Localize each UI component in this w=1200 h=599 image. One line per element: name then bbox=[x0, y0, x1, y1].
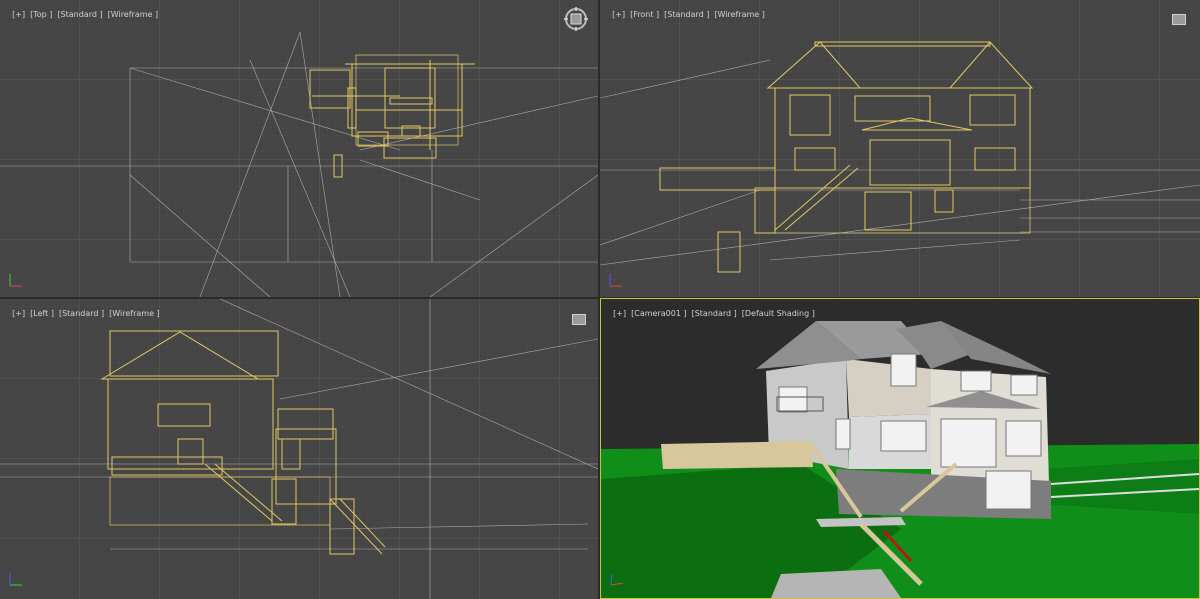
top-wireframe-scene bbox=[0, 0, 598, 297]
viewport-shading-label[interactable]: [Wireframe ] bbox=[109, 309, 160, 318]
viewport-view-label[interactable]: [Top ] bbox=[30, 10, 52, 19]
axis-tripod-icon bbox=[610, 573, 624, 586]
viewcube-icon[interactable] bbox=[1172, 14, 1186, 25]
camera-render-scene bbox=[601, 321, 1199, 598]
front-viewport-label: [+] [Front ] [Standard ] [Wireframe ] bbox=[602, 1, 770, 28]
viewport-menu-button[interactable]: [+] bbox=[612, 10, 625, 19]
viewport-shading-label[interactable]: [Wireframe ] bbox=[714, 10, 765, 19]
viewcube-compass-icon[interactable] bbox=[563, 6, 589, 32]
viewport-quality-label[interactable]: [Standard ] bbox=[57, 10, 102, 19]
viewport-top[interactable]: [+] [Top ] [Standard ] [Wireframe ] bbox=[0, 0, 598, 297]
viewcube-icon[interactable] bbox=[572, 314, 586, 325]
viewport-menu-button[interactable]: [+] bbox=[613, 309, 626, 318]
viewport-left[interactable]: [+] [Left ] [Standard ] [Wireframe ] bbox=[0, 299, 598, 599]
viewport-shading-label[interactable]: [Default Shading ] bbox=[742, 309, 815, 318]
axis-tripod-icon bbox=[609, 274, 622, 287]
viewport-quality-label[interactable]: [Standard ] bbox=[664, 10, 709, 19]
axis-tripod-icon bbox=[9, 274, 22, 287]
viewport-menu-button[interactable]: [+] bbox=[12, 309, 25, 318]
viewport-menu-button[interactable]: [+] bbox=[12, 10, 25, 19]
axis-tripod-icon bbox=[9, 573, 22, 586]
front-wireframe-scene bbox=[600, 0, 1200, 297]
top-viewport-label: [+] [Top ] [Standard ] [Wireframe ] bbox=[2, 1, 163, 28]
viewport-shading-label[interactable]: [Wireframe ] bbox=[108, 10, 159, 19]
viewport-view-label[interactable]: [Camera001 ] bbox=[631, 309, 686, 318]
left-wireframe-scene bbox=[0, 299, 598, 599]
viewport-view-label[interactable]: [Front ] bbox=[630, 10, 659, 19]
viewport-quality-label[interactable]: [Standard ] bbox=[692, 309, 737, 318]
viewport-camera[interactable]: [+] [Camera001 ] [Standard ] [Default Shadi… bbox=[600, 298, 1200, 599]
viewport-quality-label[interactable]: [Standard ] bbox=[59, 309, 104, 318]
viewport-front[interactable]: [+] [Front ] [Standard ] [Wireframe ] bbox=[600, 0, 1200, 297]
viewport-view-label[interactable]: [Left ] bbox=[30, 309, 54, 318]
left-viewport-label: [+] [Left ] [Standard ] [Wireframe ] bbox=[2, 300, 165, 327]
camera-viewport-label: [+] [Camera001 ] [Standard ] [Default Shadi… bbox=[603, 300, 820, 327]
